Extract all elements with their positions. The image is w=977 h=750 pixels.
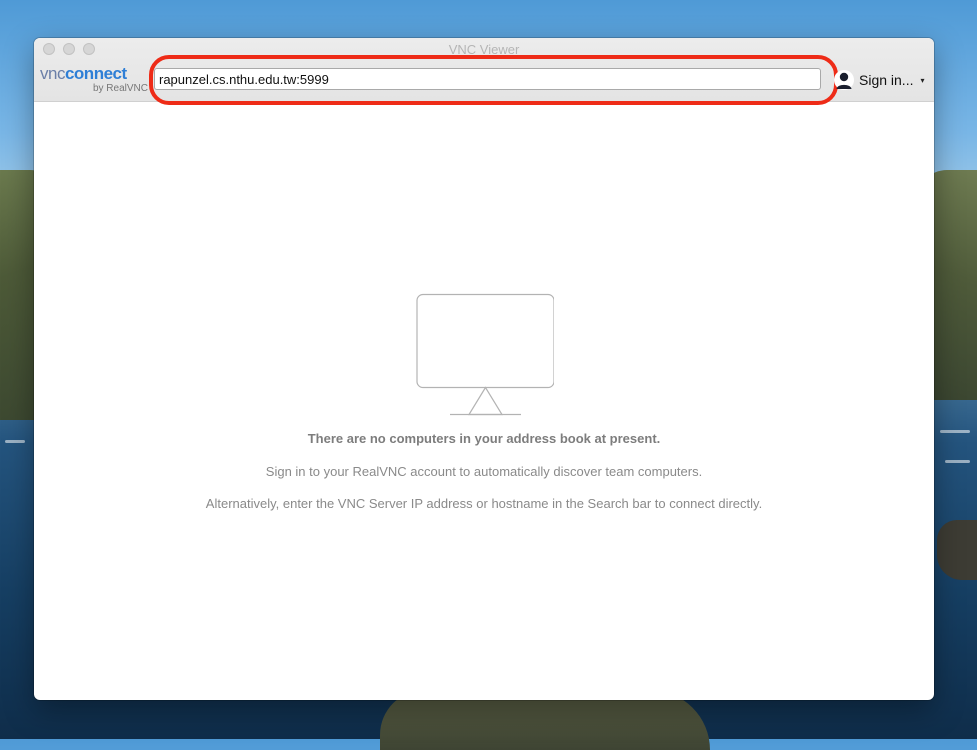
desktop-rock (937, 520, 977, 580)
empty-state-search-hint: Alternatively, enter the VNC Server IP a… (205, 496, 763, 511)
address-search-input[interactable] (154, 68, 821, 90)
logo-byline: by RealVNC (92, 83, 148, 94)
logo-vnc-text: vnc (40, 64, 65, 83)
sign-in-label: Sign in... (859, 72, 914, 88)
desktop-surf (5, 440, 25, 443)
window-toolbar: VNC Viewer vncconnect by RealVNC Sign in… (34, 38, 934, 105)
vnc-connect-logo: vncconnect by RealVNC (40, 64, 148, 95)
desktop-surf (945, 460, 970, 463)
monitor-icon (416, 293, 554, 416)
vnc-viewer-window: VNC Viewer vncconnect by RealVNC Sign in… (34, 38, 934, 700)
user-avatar-icon (834, 70, 854, 90)
empty-state-heading: There are no computers in your address b… (307, 431, 661, 446)
chevron-down-icon: ▾ (920, 75, 925, 85)
empty-address-book: There are no computers in your address b… (34, 293, 934, 511)
desktop-surf (940, 430, 970, 433)
logo-connect-text: connect (64, 64, 127, 83)
sign-in-button[interactable]: Sign in... ▾ (834, 68, 925, 92)
empty-state-signin-hint: Sign in to your RealVNC account to autom… (265, 464, 703, 479)
